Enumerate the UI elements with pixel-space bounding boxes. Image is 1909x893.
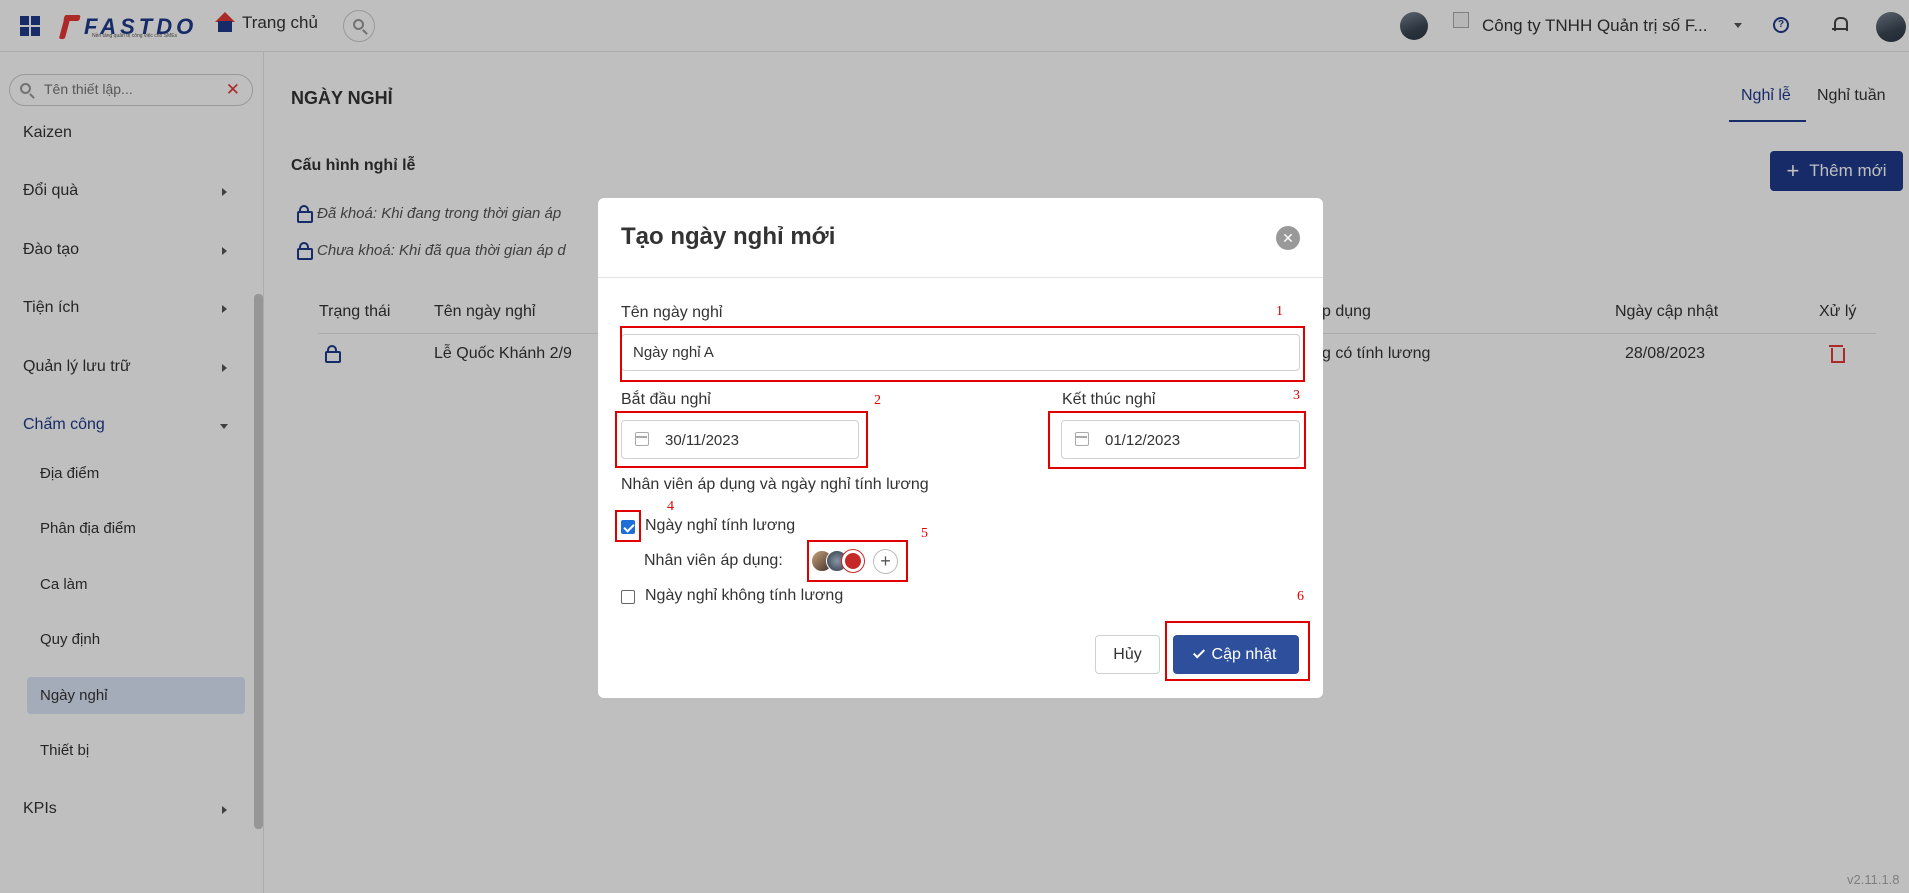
cancel-button[interactable]: Hủy xyxy=(1095,635,1160,674)
unpaid-holiday-label[interactable]: Ngày nghỉ không tính lương xyxy=(645,587,843,605)
annotation-box-4 xyxy=(615,510,641,542)
close-icon[interactable]: ✕ xyxy=(1276,226,1300,250)
annotation-number-6: 6 xyxy=(1297,589,1304,604)
unpaid-holiday-checkbox[interactable] xyxy=(621,590,635,604)
annotation-number-1: 1 xyxy=(1276,304,1283,319)
annotation-box-3 xyxy=(1048,411,1306,469)
start-date-label: Bắt đầu nghỉ xyxy=(621,391,711,408)
employees-group-label: Nhân viên áp dụng và ngày nghỉ tính lươn… xyxy=(621,476,929,493)
annotation-number-4: 4 xyxy=(667,499,674,514)
annotation-number-3: 3 xyxy=(1293,388,1300,403)
holiday-name-label: Tên ngày nghỉ xyxy=(621,304,723,321)
annotation-box-5 xyxy=(807,540,908,582)
paid-holiday-label[interactable]: Ngày nghỉ tính lương xyxy=(645,517,795,535)
annotation-box-6 xyxy=(1165,621,1310,681)
annotation-number-2: 2 xyxy=(874,393,881,408)
annotation-number-5: 5 xyxy=(921,526,928,541)
employees-applied-label: Nhân viên áp dụng: xyxy=(644,552,783,569)
modal-divider xyxy=(598,277,1323,278)
annotation-box-1 xyxy=(620,326,1305,382)
annotation-box-2 xyxy=(615,411,868,468)
end-date-label: Kết thúc nghỉ xyxy=(1062,391,1156,408)
modal-title: Tạo ngày nghỉ mới xyxy=(621,223,836,250)
